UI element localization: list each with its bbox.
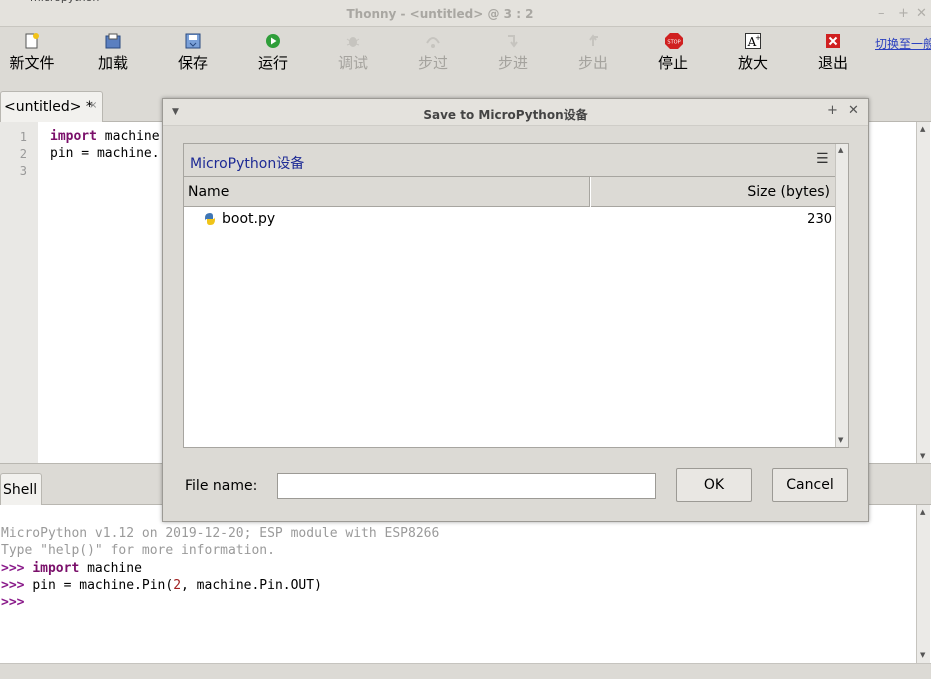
quit-icon (825, 33, 841, 49)
code-line: pin = machine. (50, 146, 160, 161)
shell-line: >>> import machine (1, 561, 142, 576)
file-row[interactable]: boot.py 230 (184, 207, 835, 231)
window-title: Thonny - <untitled> @ 3 : 2 (346, 7, 534, 21)
step-into-button[interactable]: 步进 (483, 27, 543, 79)
file-name: boot.py (222, 211, 276, 227)
editor-scrollbar[interactable]: ▲ ▼ (916, 122, 930, 463)
file-name-label: File name: (185, 478, 258, 494)
cancel-button[interactable]: Cancel (772, 468, 848, 502)
file-name-input[interactable] (277, 473, 656, 499)
hamburger-menu-icon[interactable]: ☰ (816, 151, 829, 167)
scroll-down-icon[interactable]: ▼ (920, 452, 925, 460)
shell-console[interactable]: MicroPython v1.12 on 2019-12-20; ESP mod… (0, 505, 931, 663)
scroll-down-icon[interactable]: ▼ (920, 651, 925, 659)
line-number: 3 (19, 164, 27, 178)
quit-button[interactable]: 退出 (803, 27, 863, 79)
stop-icon: STOP (665, 33, 683, 49)
location-header: MicroPython设备 ☰ (184, 144, 835, 177)
close-dialog-icon[interactable]: ✕ (848, 103, 859, 118)
close-window-icon[interactable]: ✕ (916, 6, 927, 21)
python-file-icon (203, 212, 217, 226)
debug-button[interactable]: 调试 (323, 27, 383, 79)
debug-icon (345, 33, 361, 49)
dialog-title-bar: ▼ Save to MicroPython设备 + ✕ (163, 99, 868, 126)
svg-text:STOP: STOP (667, 40, 680, 46)
run-icon (265, 33, 281, 49)
shell-banner: MicroPython v1.12 on 2019-12-20; ESP mod… (1, 526, 440, 541)
line-number-gutter: 1 2 3 (0, 122, 38, 463)
step-over-button[interactable]: 步过 (403, 27, 463, 79)
zoom-icon: A + (745, 33, 761, 49)
step-out-button[interactable]: 步出 (563, 27, 623, 79)
svg-text:+: + (755, 34, 761, 42)
zoom-button[interactable]: A + 放大 (723, 27, 783, 79)
scroll-up-icon[interactable]: ▲ (920, 508, 925, 516)
step-over-icon (425, 33, 441, 49)
shell-banner: Type "help()" for more information. (1, 543, 275, 558)
ok-button[interactable]: OK (676, 468, 752, 502)
dialog-title: Save to MicroPython设备 (423, 108, 588, 122)
switch-mode-link[interactable]: 切换至一般 (875, 35, 931, 52)
location-label: MicroPython设备 (190, 156, 305, 172)
scroll-down-icon[interactable]: ▼ (838, 436, 843, 444)
line-number: 1 (19, 130, 27, 144)
line-number: 2 (19, 147, 27, 161)
title-bar: micropython Thonny - <untitled> @ 3 : 2 … (0, 0, 931, 27)
tab-label: <untitled> * (4, 99, 93, 115)
scroll-up-icon[interactable]: ▲ (920, 125, 925, 133)
shell-line: >>> pin = machine.Pin(2, machine.Pin.OUT… (1, 578, 322, 593)
minimize-icon[interactable]: – (878, 6, 885, 21)
scroll-up-icon[interactable]: ▲ (838, 146, 843, 154)
tab-untitled[interactable]: <untitled> * × (0, 91, 103, 122)
toolbar: 新文件 加载 保存 运行 调试 步过 步进 步出 STOP 停止 A + 放大 退… (0, 27, 931, 83)
stop-button[interactable]: STOP 停止 (643, 27, 703, 79)
step-into-icon (505, 33, 521, 49)
file-browser: MicroPython设备 ☰ Name Size (bytes) boot.p… (183, 143, 849, 448)
maximize-icon[interactable]: + (898, 6, 909, 21)
save-dialog: ▼ Save to MicroPython设备 + ✕ MicroPython设… (162, 98, 869, 522)
previous-window-title: micropython (30, 0, 99, 4)
run-button[interactable]: 运行 (243, 27, 303, 79)
column-header-name[interactable]: Name (184, 177, 590, 207)
shell-prompt: >>> (1, 595, 25, 610)
tab-shell[interactable]: Shell (0, 473, 42, 506)
maximize-icon[interactable]: + (827, 103, 838, 118)
file-size: 230 (807, 212, 832, 227)
step-out-icon (585, 33, 601, 49)
save-button[interactable]: 保存 (163, 27, 223, 79)
load-icon (105, 33, 121, 49)
shell-scrollbar[interactable]: ▲ ▼ (916, 505, 930, 663)
file-list-scrollbar[interactable]: ▲ ▼ (835, 144, 848, 447)
status-bar (0, 663, 931, 679)
code-line: import machine (50, 129, 160, 144)
column-header-size[interactable]: Size (bytes) (591, 177, 835, 207)
new-file-icon (24, 33, 40, 49)
save-icon (185, 33, 201, 49)
new-file-button[interactable]: 新文件 (2, 27, 62, 79)
tab-close-icon[interactable]: × (89, 100, 97, 111)
load-button[interactable]: 加载 (83, 27, 143, 79)
